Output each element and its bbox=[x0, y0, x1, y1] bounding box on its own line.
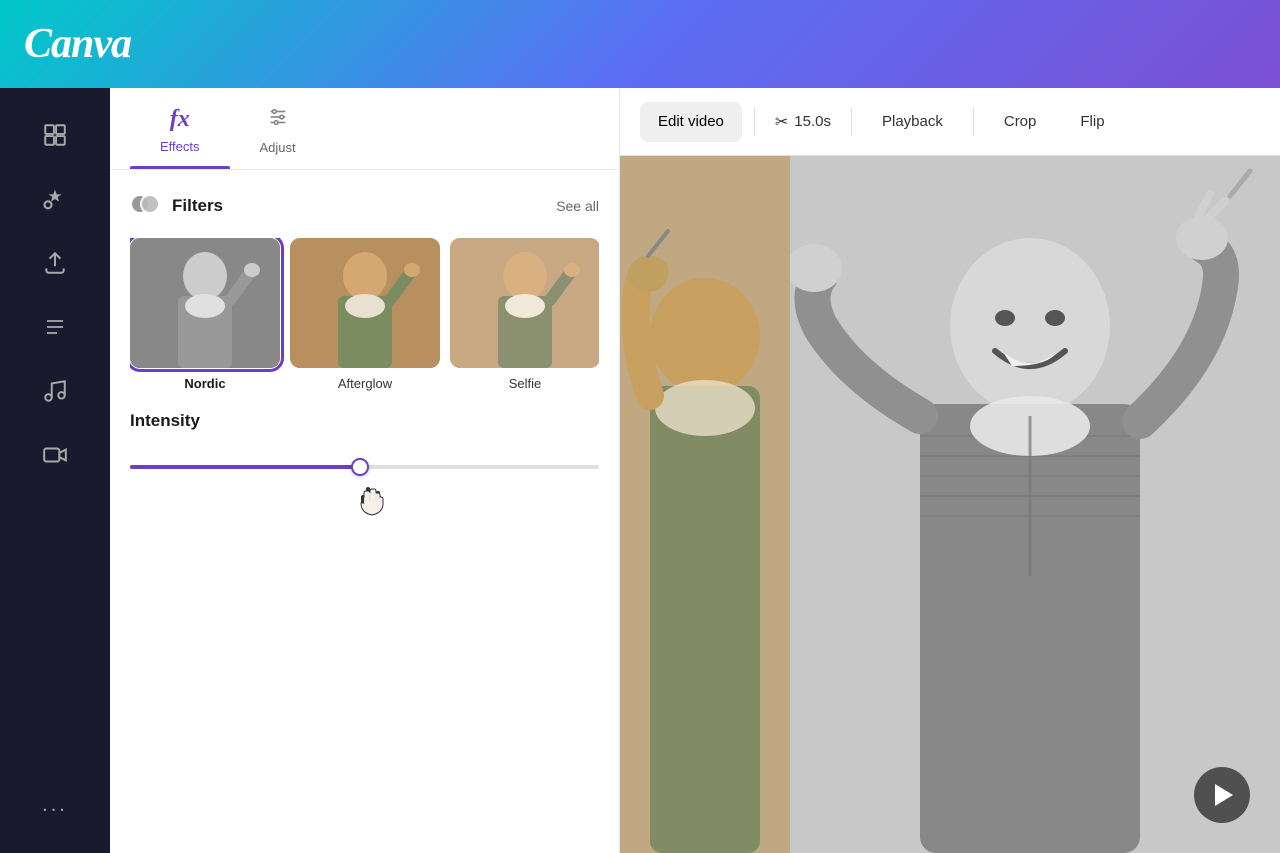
filter-item-afterglow[interactable]: Afterglow bbox=[290, 238, 440, 391]
intensity-slider-fill bbox=[130, 465, 360, 469]
sidebar-item-text[interactable] bbox=[28, 300, 82, 354]
see-all-button[interactable]: See all bbox=[556, 198, 599, 214]
video-area: Edit video ✂ 15.0s Playback Crop Flip bbox=[620, 88, 1280, 853]
filter-thumb-afterglow[interactable] bbox=[290, 238, 440, 368]
adjust-tab[interactable]: Adjust bbox=[230, 88, 326, 169]
filter-label-afterglow: Afterglow bbox=[338, 376, 392, 391]
toolbar-divider-1 bbox=[754, 108, 755, 136]
edit-video-button[interactable]: Edit video bbox=[640, 102, 742, 142]
panel-tabs: fx Effects Adjust bbox=[110, 88, 619, 170]
toolbar-divider-3 bbox=[973, 108, 974, 136]
sidebar: ... bbox=[0, 88, 110, 853]
toolbar-duration: ✂ 15.0s bbox=[767, 112, 839, 132]
filters-header: Filters See all bbox=[130, 190, 599, 222]
filter-item-nordic[interactable]: Nordic bbox=[130, 238, 280, 391]
filter-grid: Nordic Afterglow bbox=[130, 238, 599, 391]
intensity-slider-container bbox=[130, 447, 599, 487]
flip-button[interactable]: Flip bbox=[1062, 102, 1122, 142]
filters-title: Filters bbox=[172, 196, 223, 216]
video-preview-right bbox=[790, 156, 1280, 853]
toolbar: Edit video ✂ 15.0s Playback Crop Flip bbox=[620, 88, 1280, 156]
adjust-icon bbox=[267, 106, 289, 134]
play-button[interactable] bbox=[1194, 767, 1250, 823]
adjust-tab-label: Adjust bbox=[260, 140, 296, 155]
scissors-icon: ✂ bbox=[775, 112, 788, 132]
sidebar-item-uploads[interactable] bbox=[28, 236, 82, 290]
effects-panel: fx Effects Adjust bbox=[110, 88, 620, 853]
filters-icon bbox=[130, 190, 162, 222]
canva-logo: Canva bbox=[24, 20, 131, 68]
crop-button[interactable]: Crop bbox=[986, 102, 1055, 142]
video-canvas bbox=[620, 156, 1280, 853]
effects-tab[interactable]: fx Effects bbox=[130, 88, 230, 169]
playback-label: Playback bbox=[882, 113, 943, 130]
filters-section: Filters See all bbox=[110, 170, 619, 401]
fx-icon: fx bbox=[170, 106, 190, 133]
effects-tab-label: Effects bbox=[160, 139, 200, 154]
duration-value: 15.0s bbox=[794, 113, 831, 130]
edit-video-label: Edit video bbox=[658, 113, 724, 130]
sidebar-item-video[interactable] bbox=[28, 428, 82, 482]
intensity-section: Intensity bbox=[110, 401, 619, 543]
cursor-area bbox=[130, 487, 599, 523]
sidebar-item-layout[interactable] bbox=[28, 108, 82, 162]
play-icon bbox=[1215, 784, 1233, 806]
intensity-label: Intensity bbox=[130, 411, 599, 431]
filter-thumb-nordic[interactable] bbox=[130, 238, 280, 368]
filter-item-selfie[interactable]: Selfie bbox=[450, 238, 599, 391]
toolbar-divider-2 bbox=[851, 108, 852, 136]
intensity-slider-track[interactable] bbox=[130, 465, 599, 469]
filter-label-selfie: Selfie bbox=[509, 376, 542, 391]
crop-label: Crop bbox=[1004, 113, 1037, 130]
main-content: ... fx Effects Ad bbox=[0, 88, 1280, 853]
filters-title-group: Filters bbox=[130, 190, 223, 222]
video-preview-left bbox=[620, 156, 790, 853]
flip-label: Flip bbox=[1080, 113, 1104, 130]
header: Canva bbox=[0, 0, 1280, 88]
hand-cursor-icon bbox=[358, 487, 386, 528]
filter-thumb-selfie[interactable] bbox=[450, 238, 599, 368]
playback-button[interactable]: Playback bbox=[864, 102, 961, 142]
filter-label-nordic: Nordic bbox=[184, 376, 225, 391]
intensity-slider-thumb[interactable] bbox=[351, 458, 369, 476]
sidebar-item-audio[interactable] bbox=[28, 364, 82, 418]
sidebar-item-elements[interactable] bbox=[28, 172, 82, 226]
more-options[interactable]: ... bbox=[42, 794, 68, 833]
